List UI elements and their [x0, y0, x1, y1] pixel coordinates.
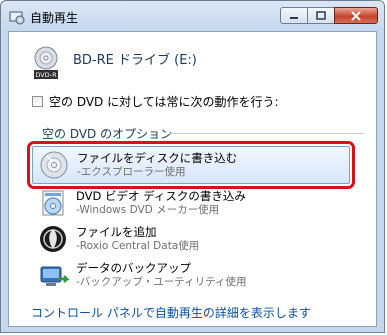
option-title: ファイルをディスクに書き込む: [77, 151, 238, 165]
option-title: データのバックアップ: [76, 261, 191, 275]
backup-icon: [40, 266, 70, 286]
always-do-label: 空の DVD に対しては常に次の動作を行う:: [49, 95, 279, 109]
maximize-button[interactable]: [307, 7, 334, 24]
option-text: DVD ビデオ ディスクの書き込み -Windows DVD メーカー使用: [76, 189, 246, 217]
close-button[interactable]: [334, 7, 378, 24]
close-icon: [351, 10, 361, 21]
option-add-files[interactable]: ファイルを追加 -Roxio Central Data使用: [32, 220, 350, 258]
option-dvd-video[interactable]: DVD ビデオ ディスクの書き込み -Windows DVD メーカー使用: [32, 184, 350, 222]
bd-re-disc-icon: DVD-R: [34, 46, 58, 79]
option-text: ファイルを追加 -Roxio Central Data使用: [76, 225, 199, 253]
drive-label: BD-RE ドライブ (E:): [73, 53, 197, 68]
always-do-checkbox[interactable]: [32, 96, 43, 107]
dvd-r-badge: DVD-R: [35, 71, 57, 79]
option-subtitle: -エクスプローラー使用: [77, 166, 186, 178]
option-subtitle: -Roxio Central Data使用: [76, 240, 200, 252]
title-bar[interactable]: 自動再生: [1, 1, 384, 31]
option-subtitle: -Windows DVD メーカー使用: [76, 204, 220, 216]
option-title: ファイルを追加: [76, 225, 157, 239]
option-text: データのバックアップ -バックアップ・ユーティリティ使用: [76, 261, 247, 289]
window-controls: [280, 7, 378, 26]
always-do-this-option[interactable]: 空の DVD に対しては常に次の動作を行う:: [32, 93, 279, 110]
dvd-maker-icon: [42, 190, 64, 216]
window-title: 自動再生: [30, 11, 79, 25]
option-text: ファイルをディスクに書き込む -エクスプローラー使用: [77, 151, 237, 179]
section-divider: [169, 133, 364, 134]
minimize-icon: [290, 16, 298, 19]
dialog-content: DVD-R BD-RE ドライブ (E:) 空の DVD に対しては常に次の動作…: [8, 31, 377, 327]
option-subtitle: -バックアップ・ユーティリティ使用: [76, 276, 247, 288]
autoplay-settings-link[interactable]: コントロール パネルで自動再生の詳細を表示します: [31, 304, 311, 321]
minimize-button[interactable]: [280, 7, 307, 24]
option-title: DVD ビデオ ディスクの書き込み: [76, 189, 246, 203]
roxio-icon: [40, 226, 66, 252]
autoplay-window: 自動再生 DVD-R BD-RE ドライブ (E:) 空の DVD に対しては常…: [0, 0, 385, 333]
burn-disc-icon: [40, 151, 68, 179]
option-burn-files[interactable]: ファイルをディスクに書き込む -エクスプローラー使用: [27, 141, 355, 189]
maximize-icon: [316, 11, 326, 20]
option-backup[interactable]: データのバックアップ -バックアップ・ユーティリティ使用: [32, 256, 350, 294]
autoplay-app-icon: [9, 11, 25, 25]
options-section-header: 空の DVD のオプション: [42, 127, 173, 141]
